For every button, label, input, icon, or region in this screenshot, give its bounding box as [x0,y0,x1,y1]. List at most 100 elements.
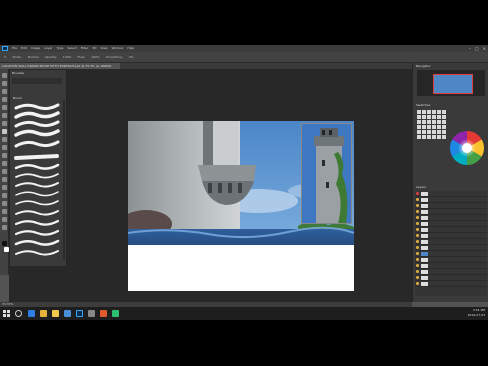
eye-icon[interactable] [416,270,419,273]
maximize-button[interactable]: □ [475,46,479,51]
opacity-label: Opacity: [44,55,57,59]
swatches-tab[interactable]: Swatches [416,103,430,107]
color-wheel[interactable] [449,117,485,179]
eye-icon[interactable] [416,264,419,267]
brush-panel-title: Brushes [12,71,25,75]
eye-icon[interactable] [416,228,419,231]
eyedropper-tool-icon[interactable] [2,113,7,118]
files-icon[interactable] [52,310,59,317]
foreground-color-swatch[interactable] [2,241,7,246]
menu-layer[interactable]: Layer [44,46,52,51]
search-icon[interactable] [15,310,22,317]
navigator-view-box[interactable] [433,74,473,94]
brush-stroke-presets[interactable] [13,100,61,262]
eye-icon[interactable] [416,210,419,213]
pen-tool-icon[interactable] [2,185,7,190]
layer-thumbnail [421,204,428,208]
eye-icon[interactable] [416,240,419,243]
close-button[interactable]: ✕ [483,46,486,51]
menu-file[interactable]: File [12,46,17,51]
layer-thumbnail [421,234,428,238]
path-select-tool-icon[interactable] [2,201,7,206]
crop-tool-icon[interactable] [2,105,7,110]
right-panel-dock: Navigator Swatches Layers [412,63,488,302]
eye-icon[interactable] [416,198,419,201]
healing-tool-icon[interactable] [2,121,7,126]
menu-type[interactable]: Type [57,46,64,51]
clock-date: 2019-07-03 [467,313,485,317]
brush-size-slider[interactable] [12,78,62,84]
edge-icon[interactable] [28,310,35,317]
mode-label: Mode: [12,55,22,59]
eye-icon[interactable] [416,282,419,285]
mode-select[interactable]: Normal [28,55,39,59]
eye-icon[interactable] [416,234,419,237]
dodge-tool-icon[interactable] [2,177,7,182]
chrome-icon[interactable] [40,310,47,317]
layers-tab[interactable]: Layers [416,185,426,189]
history-brush-tool-icon[interactable] [2,145,7,150]
menu-bar: File Edit Image Layer Type Select Filter… [0,45,488,52]
stamp-tool-icon[interactable] [2,137,7,142]
zoom-tool-icon[interactable] [2,225,7,230]
layer-thumbnail [421,228,428,232]
opacity-input[interactable]: 100% [63,55,72,59]
tools-panel [0,69,9,275]
reference-thumbnail[interactable] [301,123,352,224]
eye-icon[interactable] [416,252,419,255]
eye-icon[interactable] [416,246,419,249]
shape-tool-icon[interactable] [2,209,7,214]
layer-thumbnail [421,198,428,202]
blur-tool-icon[interactable] [2,169,7,174]
type-tool-icon[interactable] [2,193,7,198]
layer-row[interactable] [415,281,487,287]
music-icon[interactable] [112,310,119,317]
photoshop-window: File Edit Image Layer Type Select Filter… [0,45,488,320]
windows-start-icon[interactable] [3,310,10,317]
eye-icon[interactable] [416,258,419,261]
eye-icon[interactable] [416,276,419,279]
layers-list[interactable] [415,191,487,296]
menu-window[interactable]: Window [112,46,124,51]
menu-3d[interactable]: 3D [92,46,96,51]
photoshop-icon[interactable] [76,310,83,317]
menu-image[interactable]: Image [31,46,40,51]
navigator-tab[interactable]: Navigator [416,64,431,68]
player-icon[interactable] [100,310,107,317]
layer-thumbnail [421,258,428,262]
layer-thumbnail [421,192,428,196]
lasso-tool-icon[interactable] [2,89,7,94]
layer-thumbnail [421,282,428,286]
eraser-tool-icon[interactable] [2,153,7,158]
minimize-button[interactable]: – [469,46,471,51]
flow-input[interactable]: 100% [91,55,100,59]
windows-taskbar: 3:51 PM 2019-07-03 [0,307,488,320]
menu-edit[interactable]: Edit [21,46,27,51]
brush-tool-button-icon[interactable] [2,129,7,134]
system-tray-clock[interactable]: 3:51 PM 2019-07-03 [468,308,485,318]
brush-tool-icon[interactable]: ✎ [4,55,7,59]
menu-filter[interactable]: Filter [81,46,88,51]
gradient-tool-icon[interactable] [2,161,7,166]
eye-icon[interactable] [416,216,419,219]
menu-help[interactable]: Help [127,46,134,51]
hand-tool-icon[interactable] [2,217,7,222]
brush-panel: Brushes Brush [9,69,67,267]
menu-view[interactable]: View [100,46,107,51]
store-icon[interactable] [88,310,95,317]
swatch-grid[interactable] [417,110,446,180]
marquee-tool-icon[interactable] [2,81,7,86]
quick-select-tool-icon[interactable] [2,97,7,102]
menu-select[interactable]: Select [68,46,77,51]
eye-icon[interactable] [416,222,419,225]
smoothing-input[interactable]: 0% [129,55,134,59]
layer-thumbnail [421,240,428,244]
mail-icon[interactable] [64,310,71,317]
brush-panel-scrollbar[interactable] [63,100,65,260]
navigator-preview[interactable] [417,70,485,96]
flow-label: Flow: [77,55,86,59]
photoshop-logo-icon [2,46,8,51]
eye-icon[interactable] [416,192,419,195]
eye-icon[interactable] [416,204,419,207]
move-tool-icon[interactable] [2,73,7,78]
